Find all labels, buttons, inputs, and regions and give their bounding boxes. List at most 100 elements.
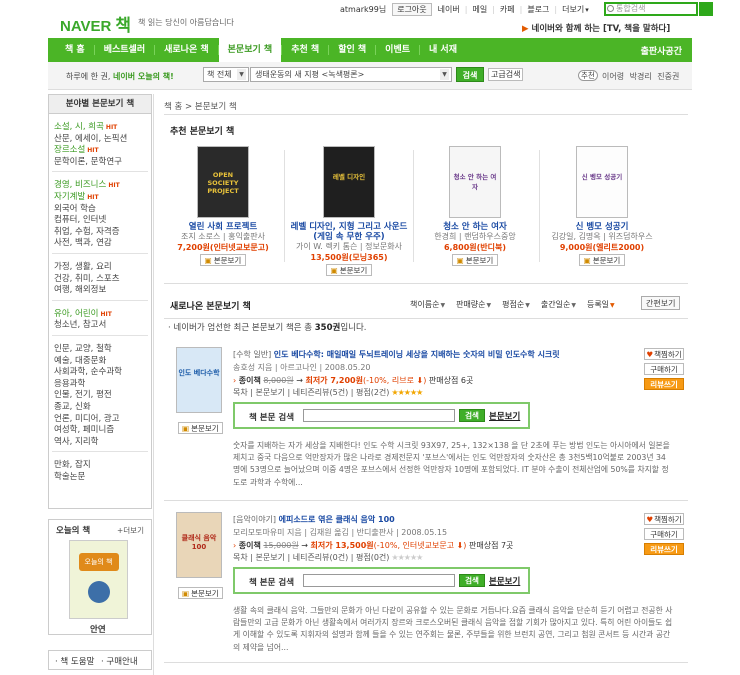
today-book-cover[interactable]: 오늘의 책 — [69, 540, 128, 619]
book-cover[interactable]: 레벨 디자인 — [323, 146, 375, 218]
book-title[interactable]: 에피소드로 엮은 클래식 음악 100 — [279, 515, 395, 524]
book-title[interactable]: 신 벵모 성공기 — [543, 222, 661, 232]
sidebar-item[interactable]: 장르소설 HIT — [54, 145, 99, 157]
top-nav-item[interactable]: 메일 — [472, 4, 487, 15]
nav-new-books[interactable]: 새로나온 책 — [155, 38, 218, 62]
buy-button[interactable]: 구매하기 — [644, 363, 684, 375]
write-review-button[interactable]: 리뷰쓰기 — [644, 378, 684, 390]
book-heading[interactable]: [수학 일반] 인도 베다수학: 매일매일 두뇌트레이닝 세상을 지배하는 숫자… — [233, 349, 623, 360]
sidebar-item[interactable]: 외국어 학습 — [54, 204, 96, 216]
lowest-price[interactable]: 최저가 7,200원 — [305, 376, 363, 385]
top-nav-item[interactable]: 네이버 — [438, 4, 460, 15]
sidebar-item[interactable]: 가정, 생활, 요리 — [54, 262, 112, 274]
help-link[interactable]: · 책 도움말 — [55, 655, 94, 667]
book-links[interactable]: 목차 | 본문보기 | 네티즌리뷰(0건) | 평점(0건) ★★★★★ — [233, 552, 423, 563]
sidebar-item[interactable]: 만화, 잡지 — [54, 460, 91, 472]
nav-my-library[interactable]: 내 서재 — [420, 38, 466, 62]
store-count[interactable]: 판매상점 7곳 — [469, 541, 513, 550]
preview-button[interactable]: ▣ 본문보기 — [178, 422, 223, 434]
keyword-input[interactable]: 생태운동의 새 지평 <녹색평론> ▼ — [250, 67, 452, 82]
sort-option[interactable]: 책이름순▼ — [410, 299, 445, 310]
preview-link[interactable]: 본문보기 — [489, 575, 520, 587]
lowest-price[interactable]: 최저가 13,500원 — [311, 541, 374, 550]
sidebar-item[interactable]: 인물, 전기, 평전 — [54, 390, 112, 402]
write-review-button[interactable]: 리뷰쓰기 — [644, 543, 684, 555]
sidebar-item[interactable]: 취업, 수험, 자격증 — [54, 227, 120, 239]
sidebar-item[interactable]: 자기계발 HIT — [54, 192, 99, 204]
book-search-input[interactable] — [303, 409, 455, 422]
preview-button[interactable]: ▣ 본문보기 — [199, 254, 247, 266]
purchase-guide-link[interactable]: · 구매안내 — [101, 655, 138, 667]
book-cover[interactable]: 청소 안 하는 여자 — [449, 146, 501, 218]
book-cover[interactable]: OPEN SOCIETY PROJECT — [197, 146, 249, 218]
sidebar-item[interactable]: 유아, 어린이 HIT — [54, 309, 112, 321]
today-book-name[interactable]: 안연 — [90, 623, 106, 635]
wishlist-button[interactable]: ♥책찜하기 — [644, 513, 684, 525]
sidebar-item[interactable]: 사회과학, 순수과학 — [54, 367, 122, 379]
logout-button[interactable]: 로그아웃 — [392, 3, 432, 16]
sidebar-item[interactable]: 산문, 에세이, 논픽션 — [54, 134, 127, 146]
nav-publisher-space[interactable]: 출판사공간 — [641, 44, 692, 57]
top-nav-item[interactable]: 블로그 — [527, 4, 549, 15]
nav-preview-books[interactable]: 본문보기 책 — [218, 38, 282, 62]
sidebar-item[interactable]: 문학이론, 문학연구 — [54, 157, 122, 169]
book-cover[interactable]: 인도 베다수학 — [176, 347, 222, 413]
top-nav-item[interactable]: 카페 — [500, 4, 515, 15]
sidebar-item[interactable]: 여행, 해외정보 — [54, 285, 106, 297]
store-count[interactable]: 판매상점 6곳 — [429, 376, 473, 385]
preview-button[interactable]: ▣ 본문보기 — [178, 587, 223, 599]
today-more-link[interactable]: +더보기 — [117, 525, 144, 536]
sidebar-item[interactable]: 응용과학 — [54, 379, 85, 391]
chevron-down-icon[interactable]: ▼ — [440, 69, 449, 80]
sidebar-item[interactable]: 소설, 시, 희곡 HIT — [54, 122, 117, 134]
preview-button[interactable]: ▣ 본문보기 — [451, 254, 499, 266]
top-nav-more[interactable]: 더보기 — [562, 4, 584, 15]
book-cover[interactable]: 신 벵모 성공기 — [576, 146, 628, 218]
sidebar-item[interactable]: 여성학, 페미니즘 — [54, 425, 114, 437]
rec-name[interactable]: 진중권 — [657, 72, 679, 81]
book-heading[interactable]: [음악이야기] 에피소드로 엮은 클래식 음악 100 — [233, 514, 623, 525]
book-title[interactable]: 인도 베다수학: 매일매일 두뇌트레이닝 세상을 지배하는 숫자의 비밀 인도수… — [274, 350, 560, 359]
book-title[interactable]: 열린 사회 프로젝트 — [164, 222, 282, 232]
search-button[interactable]: 검색 — [456, 67, 484, 82]
sidebar-item[interactable]: 역사, 지리학 — [54, 437, 99, 449]
rec-name[interactable]: 이어령 — [602, 72, 624, 81]
book-search-input[interactable] — [303, 574, 455, 587]
sidebar-item[interactable]: 건강, 취미, 스포츠 — [54, 274, 120, 286]
nav-discount[interactable]: 할인 책 — [329, 38, 375, 62]
naver-book-logo[interactable]: NAVER 책 — [60, 11, 131, 36]
sort-option[interactable]: 판매량순▼ — [456, 299, 491, 310]
advanced-search-button[interactable]: 고급검색 — [488, 68, 524, 81]
sidebar-item[interactable]: 청소년, 참고서 — [54, 320, 106, 332]
today-book-link[interactable]: 하루에 한 권, 네이버 오늘의 책! — [66, 71, 174, 82]
sidebar-item[interactable]: 인문, 교양, 철학 — [54, 344, 112, 356]
preview-button[interactable]: ▣ 본문보기 — [325, 264, 373, 276]
book-search-button[interactable]: 검색 — [459, 574, 485, 587]
simple-view-button[interactable]: 간편보기 — [641, 296, 681, 310]
wishlist-button[interactable]: ♥책찜하기 — [644, 348, 684, 360]
global-search-button[interactable] — [699, 2, 713, 16]
global-search-input[interactable]: 통합검색 — [604, 2, 698, 16]
preview-link[interactable]: 본문보기 — [489, 410, 520, 422]
category-select[interactable]: 책 전체 ▼ — [203, 67, 249, 82]
book-cover[interactable]: 클래식 음악 100 — [176, 512, 222, 578]
sort-option[interactable]: 등록일▼ — [587, 299, 615, 310]
sidebar-item[interactable]: 종교, 신화 — [54, 402, 91, 414]
sidebar-item[interactable]: 경영, 비즈니스 HIT — [54, 180, 120, 192]
preview-button[interactable]: ▣ 본문보기 — [578, 254, 626, 266]
sidebar-item[interactable]: 학술논문 — [54, 472, 85, 484]
sidebar-item[interactable]: 언론, 미디어, 광고 — [54, 414, 120, 426]
sidebar-item[interactable]: 컴퓨터, 인터넷 — [54, 215, 106, 227]
nav-recommended[interactable]: 추천 책 — [282, 38, 328, 62]
sidebar-item[interactable]: 예술, 대중문화 — [54, 356, 106, 368]
sort-option[interactable]: 출간일순▼ — [541, 299, 576, 310]
book-links[interactable]: 목차 | 본문보기 | 네티즌리뷰(5건) | 평점(2건) ★★★★★ — [233, 387, 423, 398]
promo-link[interactable]: ▶ 네이버와 함께 하는 [TV, 책을 말하다] — [522, 22, 670, 34]
rec-name[interactable]: 박경리 — [630, 72, 652, 81]
nav-home[interactable]: 책 홈 — [56, 38, 94, 62]
nav-event[interactable]: 이벤트 — [376, 38, 419, 62]
book-title[interactable]: 레벨 디자인, 지형 그리고 사운드 (게임 속 무한 우주) — [290, 222, 408, 242]
book-search-button[interactable]: 검색 — [459, 409, 485, 422]
buy-button[interactable]: 구매하기 — [644, 528, 684, 540]
sort-option[interactable]: 평점순▼ — [502, 299, 530, 310]
